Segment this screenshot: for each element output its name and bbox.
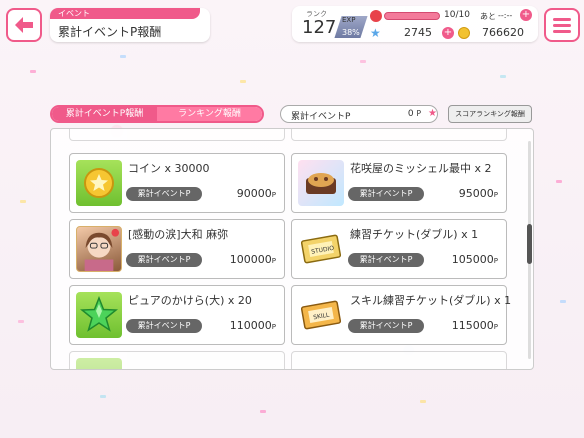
card-portrait-icon: [76, 226, 122, 272]
reward-name: 花咲屋のミッシェル最中 x 2: [350, 162, 492, 175]
list-item: コイン x 30000 累計イベントP 90000P: [69, 153, 285, 213]
player-status-panel: ランク 127 EXP 38% 10/10 あと --:-- + ★ 2745 …: [292, 6, 538, 42]
cumulative-points-badge: 累計イベントP: [126, 253, 202, 267]
reward-name: スキル練習チケット(ダブル) x 1: [350, 294, 512, 307]
exp-percent: 38%: [342, 28, 360, 37]
list-item: SKILL スキル練習チケット(ダブル) x 1 累計イベントP 115000P: [291, 285, 511, 345]
reward-list[interactable]: コイン x 30000 累計イベントP 90000P 花咲屋のミッシェル最中 x…: [50, 128, 534, 370]
coin-icon: [458, 27, 470, 39]
list-item: 花咲屋のミッシェル最中 x 2 累計イベントP 95000P: [291, 153, 507, 213]
live-boost-icon: [370, 10, 382, 22]
required-points: 110000P: [229, 319, 276, 332]
add-gem-button[interactable]: +: [442, 27, 454, 39]
cumulative-points-badge: 累計イベントP: [348, 187, 424, 201]
menu-button[interactable]: [544, 8, 580, 42]
cumulative-points-label: 累計イベントP: [291, 112, 351, 122]
list-item: [291, 351, 507, 369]
back-button[interactable]: [6, 8, 42, 42]
required-points: 90000P: [236, 187, 276, 200]
menu-icon: [553, 17, 571, 21]
required-points: 95000P: [458, 187, 498, 200]
list-item: [感動の涙]大和 麻弥 累計イベントP 100000P: [69, 219, 285, 279]
live-boost-timer: --:--: [498, 11, 513, 20]
star-icon: ★: [428, 108, 437, 119]
list-item: [69, 351, 285, 369]
scrollbar-thumb[interactable]: [527, 224, 532, 264]
reward-tab-group: 累計イベントP報酬 ランキング報酬: [50, 105, 264, 123]
live-boost-remaining-label: あと: [480, 12, 496, 21]
reward-name: [感動の涙]大和 麻弥: [128, 228, 229, 241]
cumulative-points-badge: 累計イベントP: [348, 319, 424, 333]
reward-name: ピュアのかけら(大) x 20: [128, 294, 252, 307]
green-star-icon: [76, 292, 122, 338]
required-points: 105000P: [451, 253, 498, 266]
required-points: 100000P: [229, 253, 276, 266]
page-title: 累計イベントP報酬: [58, 25, 162, 39]
reward-name: 練習チケット(ダブル) x 1: [350, 228, 479, 241]
cumulative-points-badge: 累計イベントP: [126, 319, 202, 333]
reward-name: コイン x 30000: [128, 162, 210, 175]
misshel-monaka-icon: [298, 160, 344, 206]
exp-label: EXP: [342, 16, 356, 24]
cumulative-points-value: 0 P: [407, 109, 421, 119]
cumulative-points-badge: 累計イベントP: [348, 253, 424, 267]
gem-count: 2745: [404, 26, 432, 39]
cumulative-points-display: 累計イベントP 0 P ★: [280, 105, 438, 123]
cumulative-points-badge: 累計イベントP: [126, 187, 202, 201]
studio-ticket-icon: STUDIO: [298, 226, 344, 272]
list-item: [291, 129, 507, 141]
live-boost-bar: [384, 12, 440, 20]
list-item: [69, 129, 285, 141]
list-item: STUDIO 練習チケット(ダブル) x 1 累計イベントP 105000P: [291, 219, 507, 279]
required-points: 115000P: [451, 319, 498, 332]
coin-icon: [76, 160, 122, 206]
list-item: ピュアのかけら(大) x 20 累計イベントP 110000P: [69, 285, 285, 345]
coin-count: 766620: [482, 26, 524, 39]
tab-cumulative-points[interactable]: 累計イベントP報酬: [52, 107, 157, 121]
page-category-tag: イベント: [50, 8, 200, 19]
skill-ticket-icon: SKILL: [298, 292, 344, 338]
page-title-box: イベント 累計イベントP報酬: [50, 8, 210, 42]
back-arrow-icon: [15, 17, 33, 33]
rank-value: 127: [302, 17, 337, 38]
score-ranking-reward-button[interactable]: スコアランキング報酬: [448, 105, 532, 123]
live-boost-count: 10/10: [444, 10, 470, 20]
add-live-boost-button[interactable]: +: [520, 9, 532, 21]
star-gem-icon: ★: [370, 26, 381, 40]
tab-ranking[interactable]: ランキング報酬: [157, 107, 262, 121]
